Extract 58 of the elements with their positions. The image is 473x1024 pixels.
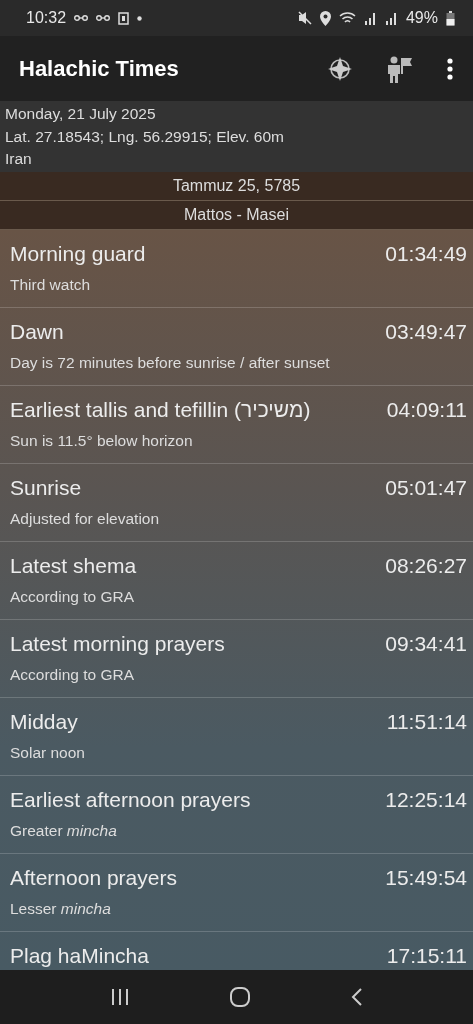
zman-title: Plag haMincha	[10, 942, 149, 969]
zman-row[interactable]: Morning guard 01:34:49 Third watch	[0, 229, 473, 308]
zman-row[interactable]: Earliest afternoon prayers 12:25:14 Greater mincha	[0, 775, 473, 854]
zman-description: Day is 72 minutes before sunrise / after sunset	[10, 353, 331, 372]
zman-title: Latest morning prayers	[10, 630, 225, 657]
battery-icon	[446, 10, 455, 26]
location-name: Iran	[5, 149, 33, 169]
zman-time: 08:26:27	[385, 552, 467, 579]
sim-card-icon	[118, 11, 130, 25]
zman-description: Adjusted for elevation	[10, 509, 161, 528]
zman-time: 15:49:54	[385, 864, 467, 891]
zman-description: Solar noon	[10, 743, 86, 762]
dot-icon	[137, 15, 143, 21]
zman-description: Greater mincha	[10, 821, 118, 840]
zman-row[interactable]: Sunrise 05:01:47 Adjusted for elevation	[0, 463, 473, 542]
zman-time: 11:51:14	[386, 708, 467, 735]
zman-title: Latest shema	[10, 552, 137, 579]
zman-title: Sunrise	[10, 474, 82, 501]
zman-title: Morning guard	[10, 240, 146, 267]
zman-time: 03:49:47	[385, 318, 467, 345]
zman-description: Sun is 11.5° below horizon	[10, 431, 194, 450]
zman-description: According to GRA	[10, 665, 136, 684]
zman-row[interactable]: Latest morning prayers 09:34:41 According to GRA	[0, 619, 473, 698]
zman-row[interactable]: Dawn 03:49:47 Day is 72 minutes before sunrise / after sunset	[0, 307, 473, 386]
zman-description: Third watch	[10, 275, 92, 294]
mute-icon	[297, 11, 312, 25]
link-icon	[96, 14, 111, 22]
more-options-icon[interactable]	[447, 57, 453, 80]
zman-row[interactable]: Latest shema 08:26:27 According to GRA	[0, 541, 473, 620]
zman-description: Lesser mincha	[10, 899, 112, 918]
zman-time: 04:09:11	[386, 396, 467, 423]
status-time: 10:32	[26, 9, 67, 27]
zman-row[interactable]: Afternoon prayers 15:49:54 Lesser mincha	[0, 853, 473, 932]
zman-time: 17:15:11	[386, 942, 467, 969]
zman-title: Afternoon prayers	[10, 864, 177, 891]
battery-percentage: 49%	[405, 9, 438, 27]
wifi-icon	[338, 11, 356, 25]
zman-time: 05:01:47	[385, 474, 467, 501]
zman-title: Earliest afternoon prayers	[10, 786, 251, 813]
zman-title: Earliest tallis and tefillin (משיכיר)	[10, 396, 311, 423]
zman-time: 09:34:41	[385, 630, 467, 657]
signal-icon	[363, 11, 377, 25]
zman-time: 12:25:14	[385, 786, 467, 813]
location-pin-icon	[319, 10, 331, 26]
zman-title: Dawn	[10, 318, 64, 345]
parsha-name: Mattos - Masei	[184, 205, 289, 224]
zman-time: 01:34:49	[385, 240, 467, 267]
link-icon	[74, 14, 89, 22]
hebrew-date: Tammuz 25, 5785	[172, 176, 301, 195]
app-title: Halachic Times	[19, 55, 180, 82]
signal-icon	[384, 11, 398, 25]
coordinates: Lat. 27.18543; Lng. 56.29915; Elev. 60m	[5, 126, 285, 147]
zman-description: According to GRA	[10, 587, 136, 606]
gregorian-date: Monday, 21 July 2025	[5, 104, 157, 124]
person-with-flag-icon[interactable]	[387, 54, 413, 83]
compass-icon[interactable]	[327, 55, 353, 82]
zman-title: Midday	[10, 708, 78, 735]
zman-row[interactable]: Midday 11:51:14 Solar noon	[0, 697, 473, 776]
